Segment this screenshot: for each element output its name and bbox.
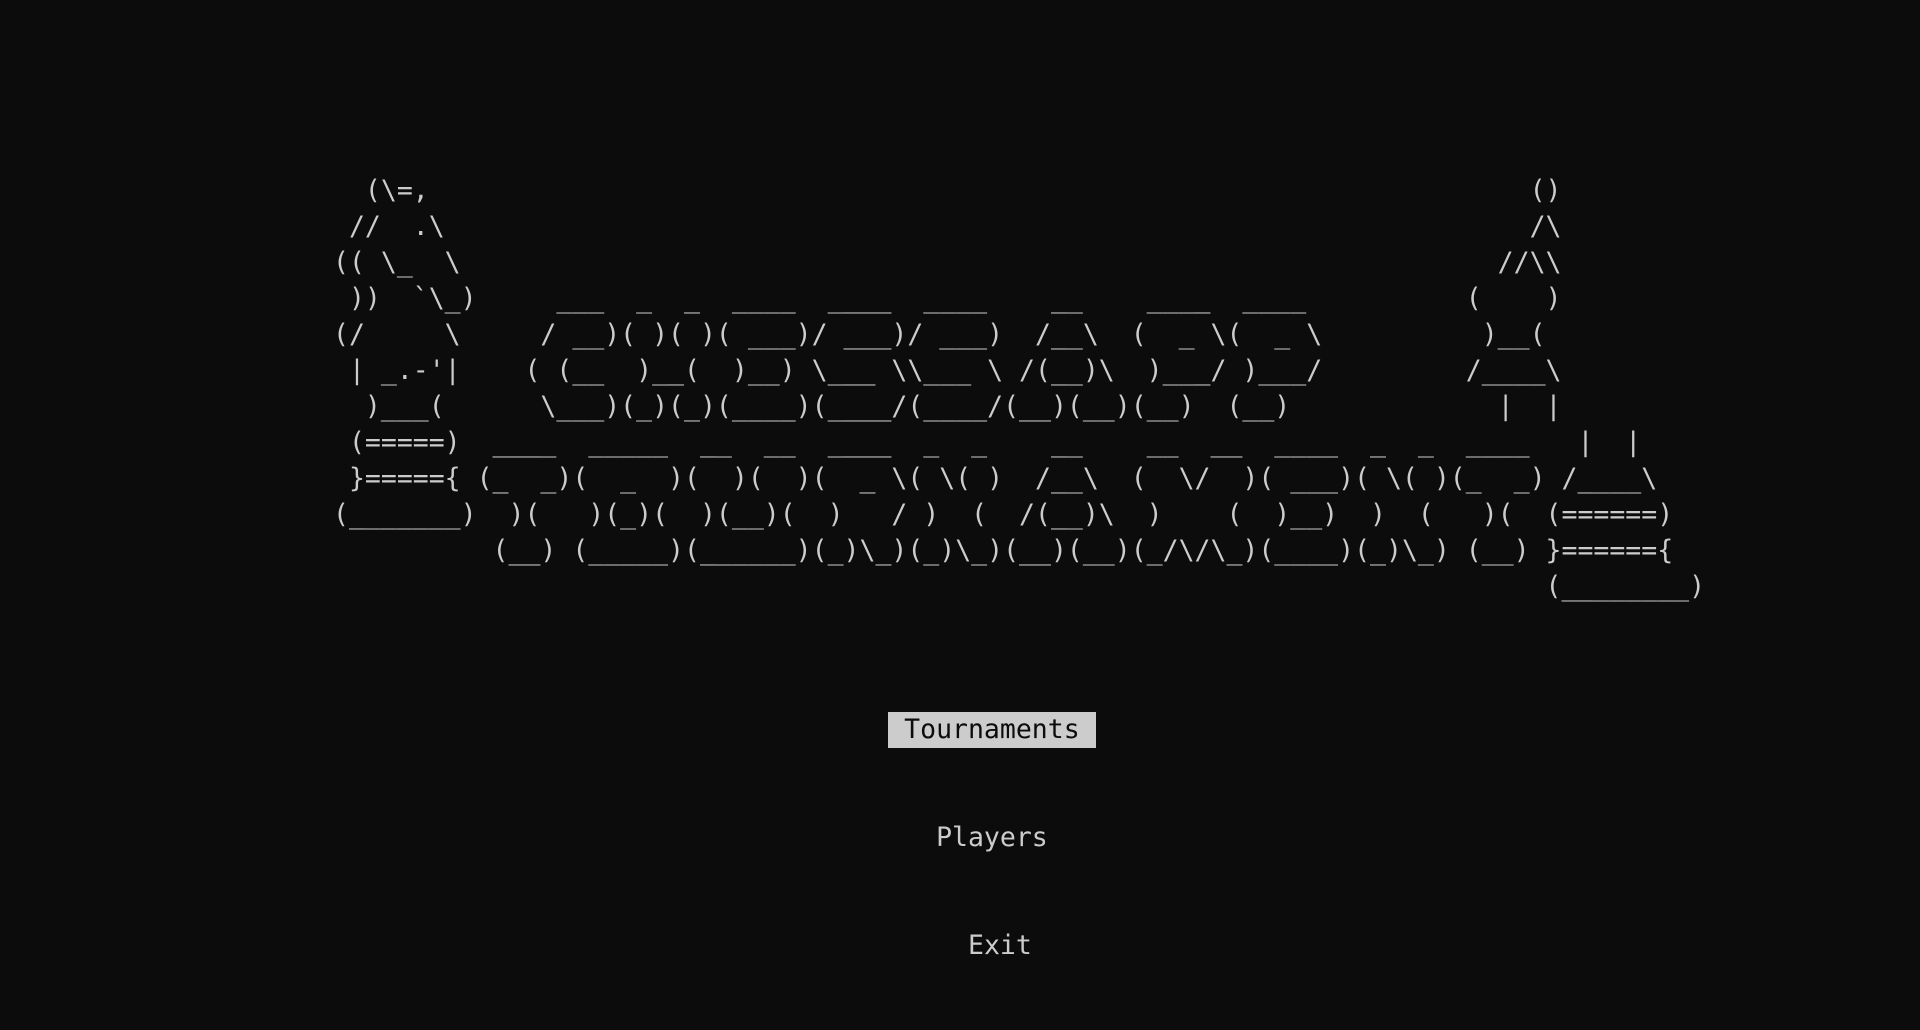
menu-item-exit[interactable]: Exit xyxy=(0,892,1920,1000)
menu-item-tournaments[interactable]: Tournaments xyxy=(0,676,1920,784)
menu-item-players-label: Players xyxy=(936,822,1048,853)
ascii-art-banner: (\=, () // .\ /\ (( \_ \ //\\)) `\_) __… xyxy=(333,175,1706,602)
menu-item-tournaments-label: Tournaments xyxy=(888,712,1096,748)
main-menu: Tournaments Players Exit xyxy=(0,676,1920,1000)
menu-item-players[interactable]: Players xyxy=(0,784,1920,892)
menu-item-exit-label: Exit xyxy=(968,930,1032,961)
